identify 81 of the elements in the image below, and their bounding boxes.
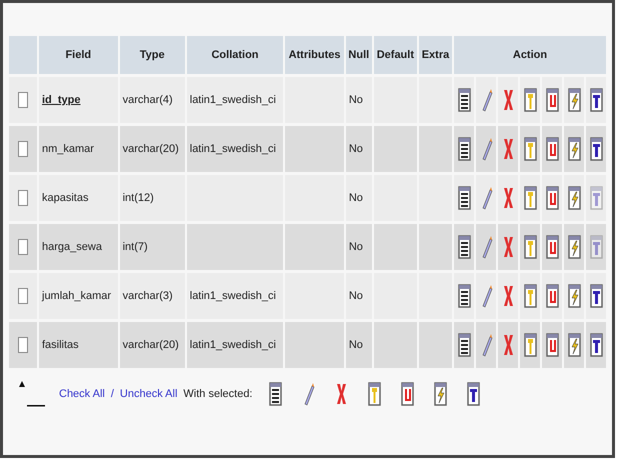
lightning-icon[interactable] — [568, 284, 580, 308]
pencil-icon[interactable] — [302, 382, 314, 406]
fulltext-icon[interactable] — [590, 333, 602, 357]
fulltext-icon[interactable] — [590, 137, 602, 161]
delete-icon[interactable] — [502, 137, 514, 161]
with-selected-label: With selected: — [183, 388, 252, 400]
unique-icon[interactable] — [546, 137, 558, 161]
delete-icon[interactable] — [502, 186, 514, 210]
row-checkbox[interactable] — [18, 239, 28, 255]
pencil-icon[interactable] — [480, 137, 492, 161]
null-value: No — [348, 241, 363, 253]
browse-icon[interactable] — [458, 333, 470, 357]
unique-icon[interactable] — [546, 88, 558, 112]
row-checkbox[interactable] — [18, 141, 28, 157]
fulltext-icon[interactable] — [590, 88, 602, 112]
unique-icon[interactable] — [400, 382, 414, 406]
null-value: No — [348, 143, 363, 155]
row-checkbox[interactable] — [18, 190, 28, 206]
field-name: harga_sewa — [42, 241, 102, 253]
column-header: Type — [120, 36, 185, 74]
unique-icon[interactable] — [546, 284, 558, 308]
field-type: varchar(4) — [122, 94, 173, 106]
uncheck-all-link[interactable]: Uncheck All — [120, 388, 178, 400]
lightning-icon[interactable] — [568, 137, 580, 161]
field-type: int(7) — [122, 241, 148, 253]
column-header: Field — [39, 36, 118, 74]
browse-icon[interactable] — [268, 382, 282, 406]
field-type: int(12) — [122, 192, 154, 204]
pencil-icon[interactable] — [480, 284, 492, 308]
lightning-icon[interactable] — [568, 235, 580, 259]
column-header: Action — [454, 36, 606, 74]
field-type: varchar(20) — [122, 143, 179, 155]
browse-icon[interactable] — [458, 235, 470, 259]
field-type: varchar(3) — [122, 290, 173, 302]
field-type: varchar(20) — [122, 339, 179, 351]
row-checkbox[interactable] — [18, 288, 28, 304]
lightning-icon[interactable] — [434, 382, 446, 406]
null-value: No — [348, 192, 363, 204]
lightning-icon[interactable] — [568, 186, 580, 210]
field-collation: latin1_swedish_ci — [190, 94, 276, 106]
field-collation: latin1_swedish_ci — [190, 290, 276, 302]
fulltext-icon[interactable] — [590, 284, 602, 308]
separator: / — [110, 388, 114, 400]
pencil-icon[interactable] — [480, 333, 492, 357]
column-header: Default — [374, 36, 417, 74]
pencil-icon[interactable] — [480, 186, 492, 210]
null-value: No — [348, 94, 363, 106]
delete-icon[interactable] — [502, 88, 514, 112]
pencil-icon[interactable] — [480, 88, 492, 112]
fulltext-icon[interactable] — [466, 382, 480, 406]
browse-icon[interactable] — [458, 186, 470, 210]
browse-icon[interactable] — [458, 137, 470, 161]
pencil-icon[interactable] — [480, 235, 492, 259]
browse-icon[interactable] — [458, 284, 470, 308]
lightning-icon[interactable] — [568, 88, 580, 112]
field-collation: latin1_swedish_ci — [190, 339, 276, 351]
row-checkbox[interactable] — [18, 337, 28, 353]
delete-icon[interactable] — [502, 284, 514, 308]
lightning-icon[interactable] — [568, 333, 580, 357]
unique-icon[interactable] — [546, 235, 558, 259]
delete-icon[interactable] — [502, 333, 514, 357]
field-name: nm_kamar — [42, 143, 94, 155]
column-header: Attributes — [285, 36, 344, 74]
null-value: No — [348, 290, 363, 302]
delete-icon[interactable] — [334, 382, 348, 406]
field-name: id_type — [42, 94, 81, 106]
arrow-up-icon — [17, 379, 47, 409]
field-name: jumlah_kamar — [42, 290, 112, 302]
unique-icon[interactable] — [546, 333, 558, 357]
delete-icon[interactable] — [502, 235, 514, 259]
null-value: No — [348, 339, 363, 351]
row-checkbox[interactable] — [18, 92, 28, 108]
unique-icon[interactable] — [546, 186, 558, 210]
browse-icon[interactable] — [458, 88, 470, 112]
field-collation: latin1_swedish_ci — [190, 143, 276, 155]
column-header: Extra — [418, 36, 452, 74]
check-all-link[interactable]: Check All — [59, 388, 105, 400]
field-name: kapasitas — [42, 192, 88, 204]
column-header: Null — [346, 36, 372, 74]
field-name: fasilitas — [42, 339, 79, 351]
column-header: Collation — [186, 36, 284, 74]
